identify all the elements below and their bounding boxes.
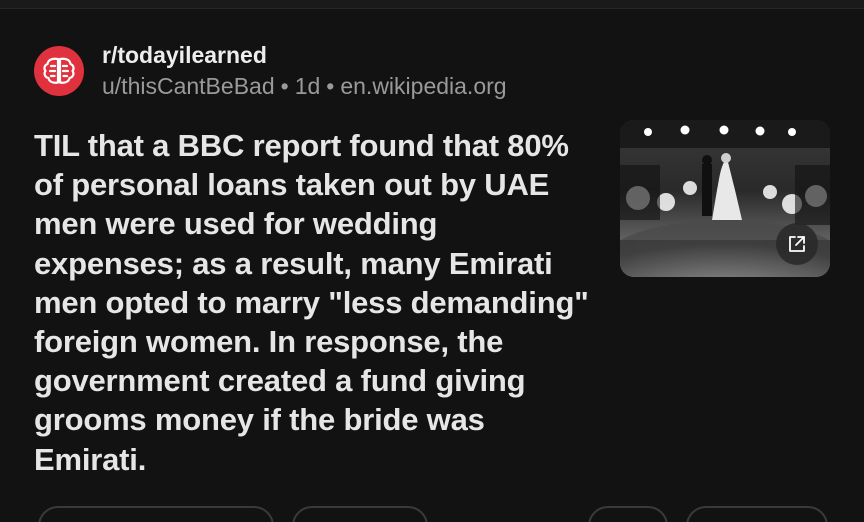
subreddit-name[interactable]: r/todayilearned [102, 40, 507, 70]
post-byline: u/thisCantBeBad • 1d • en.wikipedia.org [102, 70, 507, 102]
post-header: r/todayilearned u/thisCantBeBad • 1d • en.wi… [34, 39, 507, 103]
separator-dot: • [280, 73, 289, 99]
link-thumbnail[interactable] [620, 120, 830, 277]
share-button[interactable] [686, 506, 828, 522]
post-meta: r/todayilearned u/thisCantBeBad • 1d • en.wi… [102, 40, 507, 102]
link-domain[interactable]: en.wikipedia.org [340, 73, 506, 99]
top-divider [0, 0, 864, 9]
post-title[interactable]: TIL that a BBC report found that 80% of … [34, 126, 594, 479]
external-link-icon [789, 236, 805, 252]
author-name[interactable]: u/thisCantBeBad [102, 73, 275, 99]
separator-dot: • [326, 73, 335, 99]
action-bar [0, 506, 864, 522]
open-link-button[interactable] [776, 223, 818, 265]
brain-icon [43, 57, 75, 84]
award-button[interactable] [588, 506, 668, 522]
post-card[interactable]: r/todayilearned u/thisCantBeBad • 1d • en.wi… [0, 9, 864, 522]
subreddit-avatar[interactable] [34, 46, 84, 96]
vote-button-group[interactable] [38, 506, 274, 522]
post-age: 1d [294, 73, 321, 99]
comments-button[interactable] [292, 506, 428, 522]
